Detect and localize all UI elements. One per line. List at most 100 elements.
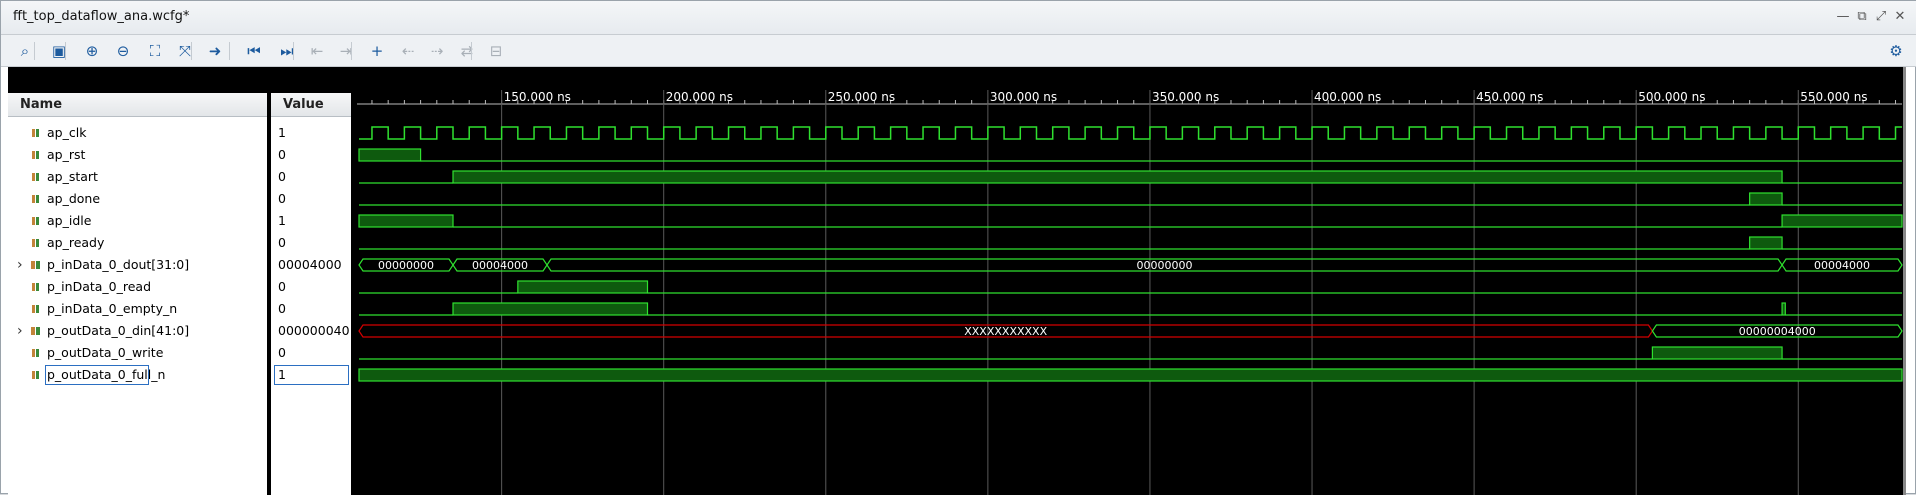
signal-row[interactable]: p_inData_0_empty_n <box>8 298 267 320</box>
signal-value: 0 <box>278 147 286 162</box>
name-column-header[interactable]: Name <box>8 93 267 117</box>
toolbar-separator <box>471 42 472 60</box>
signal-high-segment <box>1749 192 1783 206</box>
signal-high-segment <box>1651 346 1783 360</box>
signal-row[interactable]: ap_clk <box>8 122 267 144</box>
selected-value-highlight <box>274 365 349 385</box>
signal-value: 0 <box>278 345 286 360</box>
signal-row[interactable]: ap_idle <box>8 210 267 232</box>
signal-name: ap_ready <box>47 235 105 250</box>
signal-value: 00004000 <box>278 257 342 272</box>
restore-icon[interactable]: ⧉ <box>1854 9 1870 25</box>
signal-high-segment <box>1781 214 1903 228</box>
time-axis-label: 250.000 ns <box>828 90 895 104</box>
signal-name: p_inData_0_dout[31:0] <box>47 257 190 272</box>
bus-value-label: 00000000 <box>378 259 434 272</box>
search-icon[interactable]: ⌕ <box>14 40 36 62</box>
toolbar-separator <box>229 42 230 60</box>
waveform-window: fft_top_dataflow_ana.wcfg* — ⧉ ⤢ ✕ ⌕ ▣ ⊕ ⊖ ⛶… <box>0 0 1916 495</box>
bus-signal-icon <box>31 261 40 269</box>
signal-value: 0 <box>278 169 286 184</box>
expand-chevron-icon[interactable]: › <box>17 254 23 276</box>
signal-high-segment <box>1749 236 1783 250</box>
signal-value: 0 <box>278 191 286 206</box>
signal-row[interactable]: › p_inData_0_dout[31:0] <box>8 254 267 276</box>
signal-row[interactable]: ap_ready <box>8 232 267 254</box>
toolbar: ⌕ ▣ ⊕ ⊖ ⛶ ⤧ ➜ ⏮ ⏭ ⇤ ⇥ + ⇠ ⇢ ⇄ ⊟ ⚙ <box>1 35 1916 67</box>
signal-value-panel: Value 1 0 0 0 1 0 00004000 0 0 000000040 0 1 <box>271 67 351 495</box>
minimize-icon[interactable]: — <box>1835 9 1851 25</box>
toolbar-separator <box>191 42 192 60</box>
add-marker-icon[interactable]: + <box>366 40 388 62</box>
time-axis-label: 300.000 ns <box>990 90 1057 104</box>
bus-value-label: 00000000 <box>1137 259 1193 272</box>
goto-cursor-icon[interactable]: ➜ <box>204 40 226 62</box>
zoom-in-icon[interactable]: ⊕ <box>81 40 103 62</box>
bit-signal-icon <box>32 195 39 203</box>
bus-value-label: 00004000 <box>1814 259 1870 272</box>
signal-name: p_inData_0_empty_n <box>47 301 178 316</box>
bit-signal-icon <box>32 371 39 379</box>
previous-marker-icon[interactable]: ⇠ <box>397 40 419 62</box>
vertical-scrollbar[interactable] <box>1903 67 1906 495</box>
signal-row[interactable]: › p_outData_0_din[41:0] <box>8 320 267 342</box>
signal-name: p_inData_0_read <box>47 279 152 294</box>
expand-chevron-icon[interactable]: › <box>17 320 23 342</box>
time-axis-label: 350.000 ns <box>1152 90 1219 104</box>
zoom-to-cursor-icon[interactable]: ⤧ <box>174 40 196 62</box>
signal-name: ap_start <box>47 169 98 184</box>
bus-value-label: 00004000 <box>472 259 528 272</box>
signal-value: 0 <box>278 279 286 294</box>
signal-value: 0 <box>278 235 286 250</box>
signal-name: p_outData_0_din[41:0] <box>47 323 190 338</box>
waveform-area[interactable]: 150.000 ns 200.000 ns 250.000 ns 300.000 ns… <box>357 67 1906 495</box>
bus-value-label: XXXXXXXXXXX <box>964 325 1047 338</box>
swap-cursors-icon[interactable]: ⇄ <box>456 40 478 62</box>
signal-high-segment <box>1781 302 1786 316</box>
save-icon[interactable]: ▣ <box>48 40 70 62</box>
waveform-viewer: Name ap_clk ap_rst ap_start ap_done ap_idlea… <box>8 67 1906 495</box>
signal-row[interactable]: p_outData_0_write <box>8 342 267 364</box>
go-to-last-time-icon[interactable]: ⏭ <box>276 40 298 62</box>
bit-signal-icon <box>32 173 39 181</box>
signal-name: ap_done <box>47 191 101 206</box>
gear-icon[interactable]: ⚙ <box>1885 40 1907 62</box>
next-marker-icon[interactable]: ⇢ <box>426 40 448 62</box>
value-column-header[interactable]: Value <box>271 93 351 117</box>
go-to-time-0-icon[interactable]: ⏮ <box>243 40 265 62</box>
signal-value: 0 <box>278 301 286 316</box>
next-transition-icon[interactable]: ⇥ <box>335 40 357 62</box>
bit-signal-icon <box>32 305 39 313</box>
signal-high-segment <box>358 368 1903 382</box>
toolbar-separator <box>293 42 294 60</box>
signal-name: ap_clk <box>47 125 87 140</box>
toolbar-separator <box>65 42 66 60</box>
signal-high-segment <box>358 214 454 228</box>
signal-row[interactable]: ap_rst <box>8 144 267 166</box>
snap-to-transition-icon[interactable]: ⊟ <box>485 40 507 62</box>
signal-high-segment <box>452 170 1783 184</box>
previous-transition-icon[interactable]: ⇤ <box>306 40 328 62</box>
signal-value: 1 <box>278 213 286 228</box>
toolbar-separator <box>351 42 352 60</box>
window-title: fft_top_dataflow_ana.wcfg* <box>13 9 190 24</box>
signal-row[interactable]: ap_start <box>8 166 267 188</box>
close-icon[interactable]: ✕ <box>1892 9 1908 25</box>
time-axis-label: 200.000 ns <box>666 90 733 104</box>
signal-value: 000000040 <box>278 323 350 338</box>
maximize-icon[interactable]: ⤢ <box>1873 9 1889 25</box>
signal-name: ap_rst <box>47 147 86 162</box>
signal-row[interactable]: p_inData_0_read <box>8 276 267 298</box>
signal-value: 1 <box>278 125 286 140</box>
time-axis-label: 450.000 ns <box>1476 90 1543 104</box>
time-axis-label: 550.000 ns <box>1800 90 1867 104</box>
signal-high-segment <box>517 280 649 294</box>
clock-waveform <box>359 126 1902 140</box>
bit-signal-icon <box>32 217 39 225</box>
signal-high-segment <box>358 148 422 162</box>
signal-row[interactable]: ap_done <box>8 188 267 210</box>
zoom-out-icon[interactable]: ⊖ <box>112 40 134 62</box>
selected-signal-highlight <box>45 365 149 385</box>
signal-name: p_outData_0_write <box>47 345 164 360</box>
zoom-fit-icon[interactable]: ⛶ <box>144 40 166 62</box>
